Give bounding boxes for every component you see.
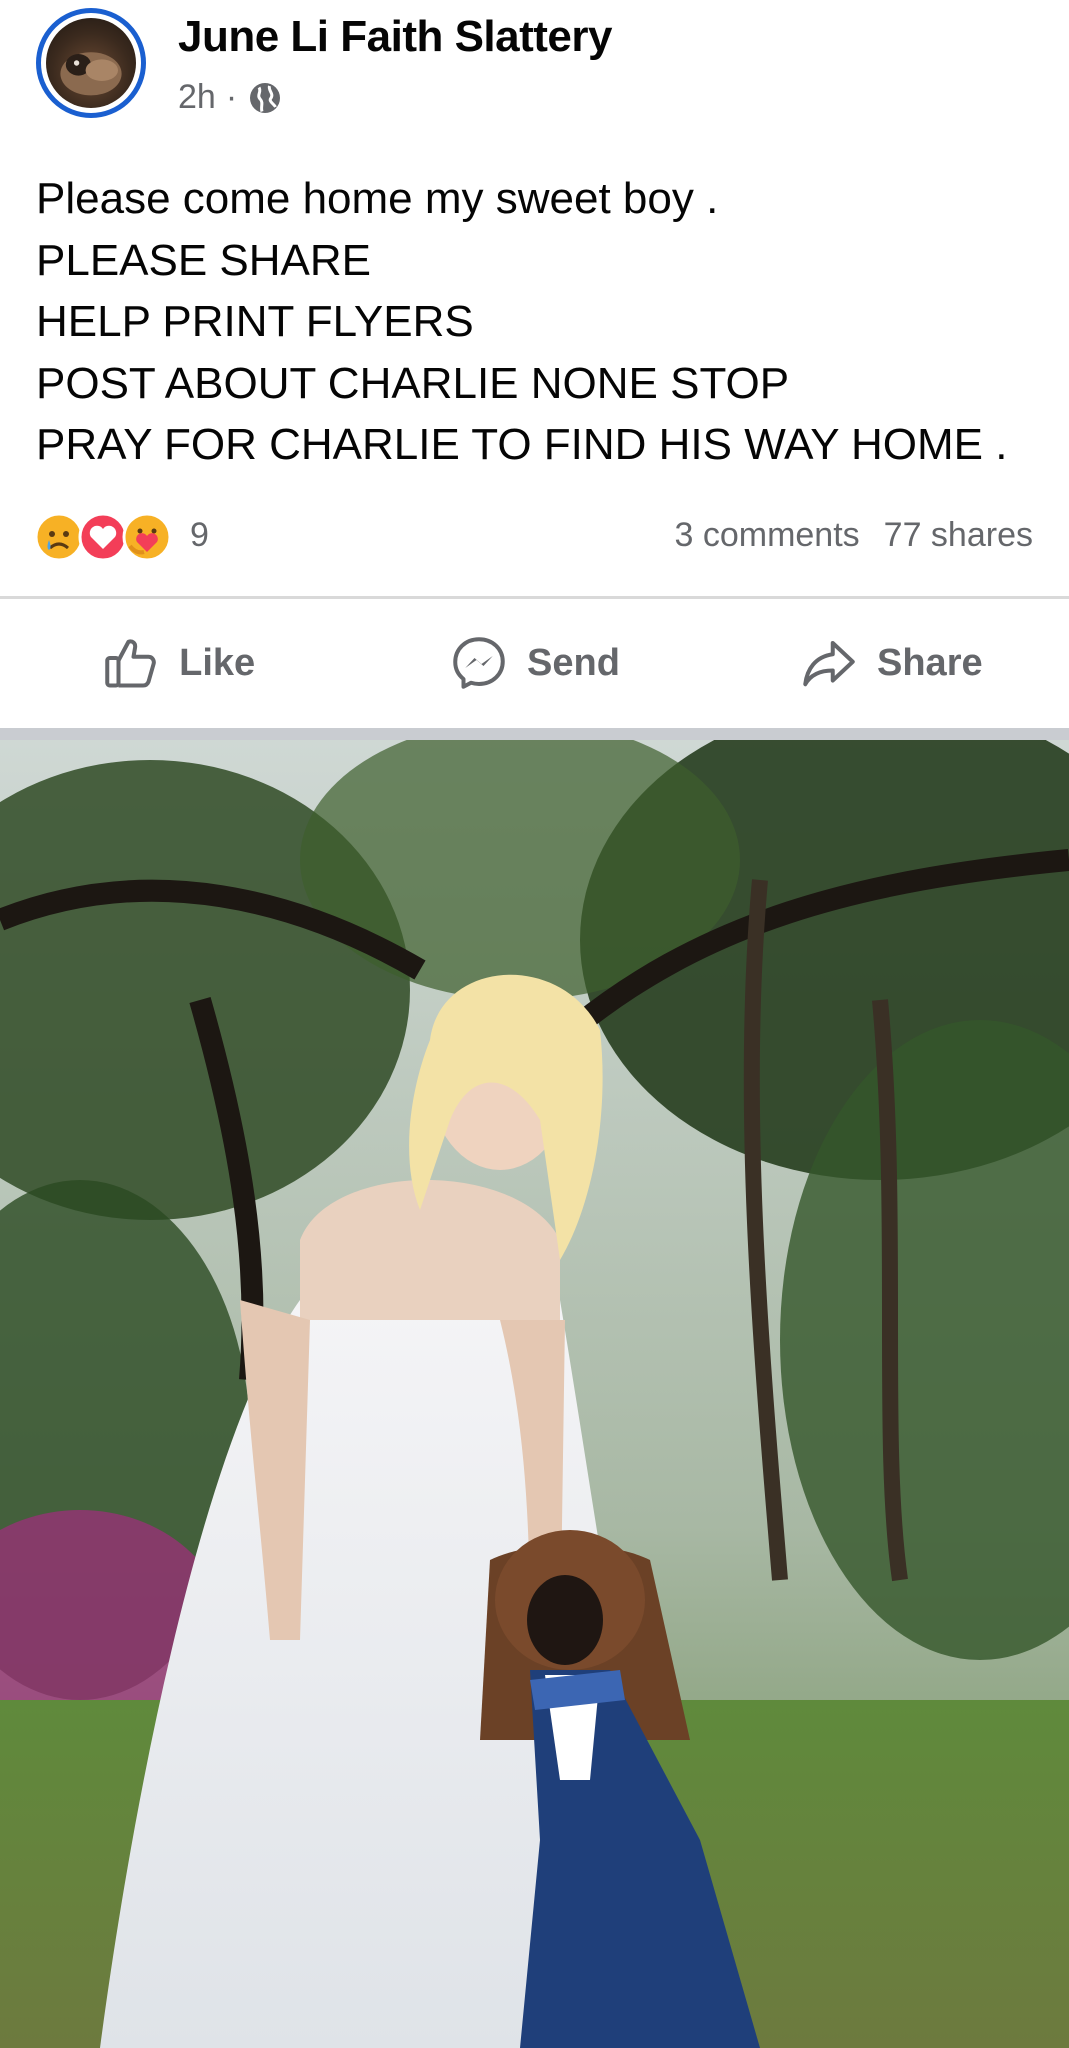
like-button[interactable]: Like bbox=[0, 600, 356, 726]
photo-scene bbox=[0, 740, 1069, 2048]
post-meta: 2h · bbox=[178, 78, 283, 117]
engagement-stats: 3 comments 77 shares bbox=[674, 516, 1033, 555]
meta-separator: · bbox=[225, 78, 238, 116]
sad-reaction-icon bbox=[34, 512, 84, 562]
avatar-image bbox=[46, 18, 136, 108]
messenger-icon bbox=[453, 637, 505, 689]
action-bar: Like Send Share bbox=[0, 600, 1069, 726]
share-button[interactable]: Share bbox=[713, 600, 1069, 726]
section-separator bbox=[0, 728, 1069, 740]
globe-icon bbox=[250, 82, 281, 113]
post-body: Please come home my sweet boy . PLEASE S… bbox=[36, 168, 1036, 476]
shares-count[interactable]: 77 shares bbox=[884, 516, 1033, 555]
reaction-count[interactable]: 9 bbox=[190, 516, 209, 555]
divider bbox=[0, 596, 1069, 599]
post-text-line: Please come home my sweet boy . bbox=[36, 174, 719, 223]
post-text-line: POST ABOUT CHARLIE NONE STOP bbox=[36, 358, 790, 408]
thumbs-up-icon bbox=[105, 639, 156, 688]
send-label: Send bbox=[527, 641, 620, 684]
post-time[interactable]: 2h bbox=[178, 78, 216, 117]
avatar[interactable] bbox=[36, 8, 146, 118]
author-name[interactable]: June Li Faith Slattery bbox=[178, 12, 612, 62]
like-label: Like bbox=[179, 641, 256, 684]
comments-count[interactable]: 3 comments bbox=[674, 516, 859, 555]
reactions-summary: 9 3 comments 77 shares bbox=[0, 508, 1069, 568]
post-photo[interactable] bbox=[0, 740, 1069, 2048]
love-reaction-icon bbox=[78, 512, 128, 562]
post-text-line: PRAY FOR CHARLIE TO FIND HIS WAY HOME . bbox=[36, 420, 1008, 469]
post-header: June Li Faith Slattery 2h · bbox=[0, 0, 1069, 135]
post-text-line: HELP PRINT FLYERS bbox=[36, 297, 474, 346]
reaction-icons[interactable] bbox=[34, 512, 172, 562]
share-label: Share bbox=[877, 641, 983, 684]
care-reaction-icon bbox=[122, 512, 172, 562]
share-arrow-icon bbox=[803, 641, 855, 687]
post-text-line: PLEASE SHARE bbox=[36, 235, 372, 285]
send-button[interactable]: Send bbox=[356, 600, 712, 726]
